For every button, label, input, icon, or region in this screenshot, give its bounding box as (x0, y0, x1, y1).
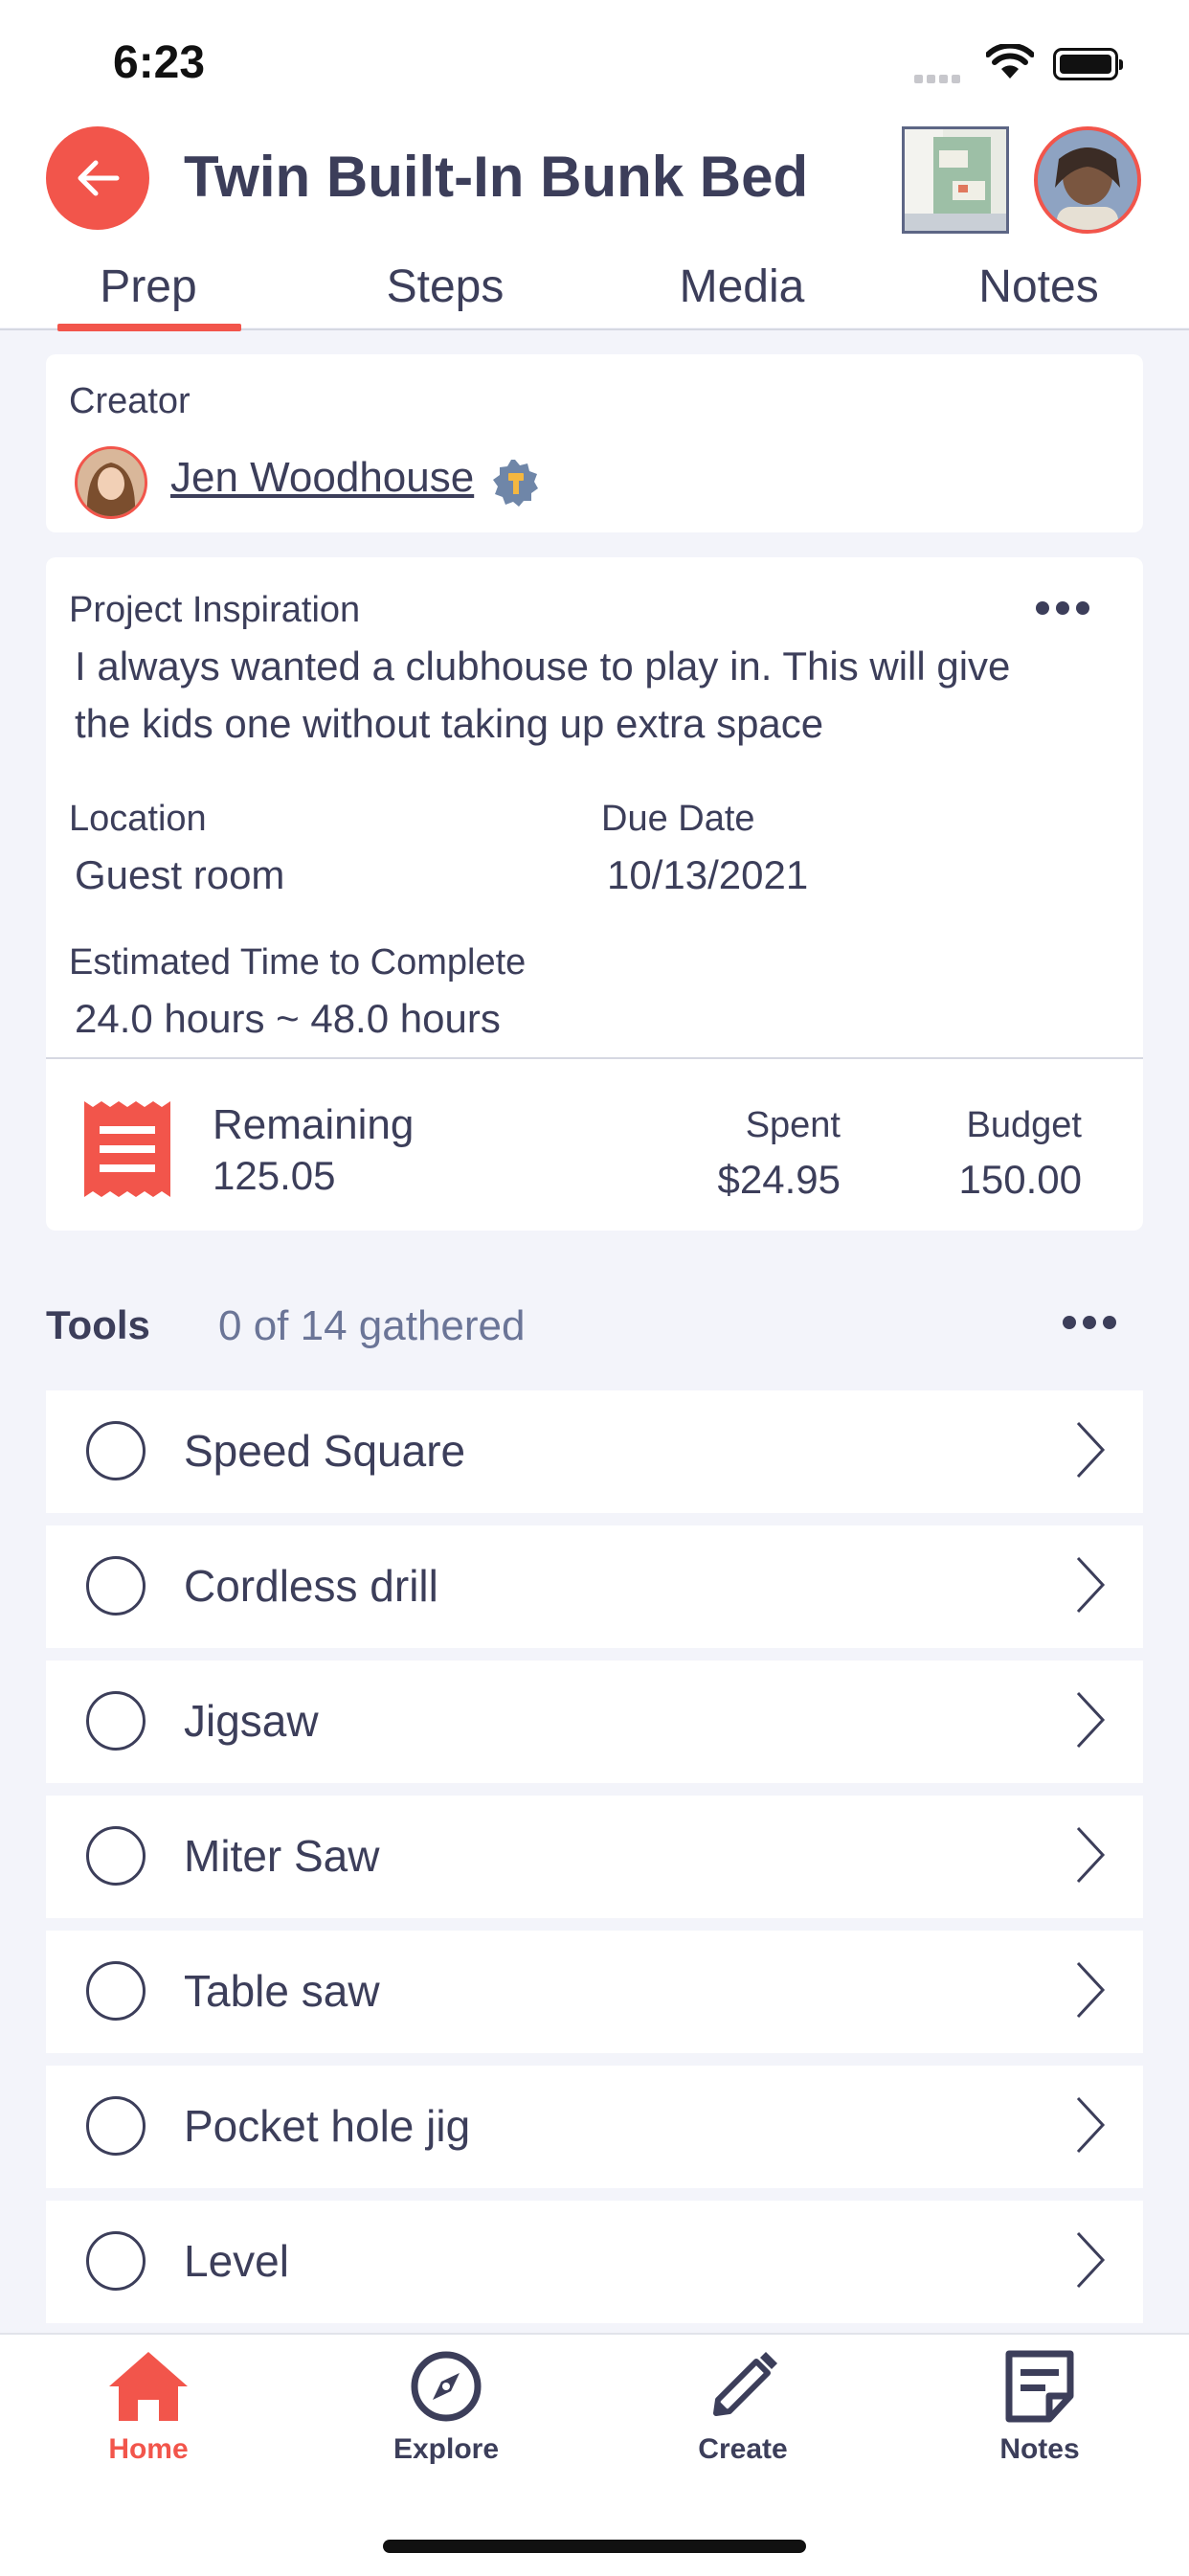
chevron-right-icon (1076, 1961, 1106, 2019)
page-title: Twin Built-In Bunk Bed (184, 145, 809, 209)
nav-label: Home (108, 2433, 189, 2465)
battery-icon (1053, 48, 1123, 80)
tab-steps[interactable]: Steps (297, 260, 594, 313)
checkbox-circle-icon[interactable] (86, 1826, 146, 1886)
tool-row[interactable]: Cordless drill (46, 1525, 1143, 1648)
tools-more-options-icon[interactable] (1063, 1316, 1116, 1329)
tool-row[interactable]: Pocket hole jig (46, 2066, 1143, 2188)
estimated-time-value: 24.0 hours ~ 48.0 hours (75, 996, 501, 1041)
remaining-value: 125.05 (213, 1153, 336, 1198)
compass-icon (411, 2351, 482, 2422)
chevron-right-icon (1076, 1691, 1106, 1749)
inspiration-label: Project Inspiration (69, 590, 361, 630)
creator-avatar[interactable] (75, 446, 147, 519)
tool-name: Pocket hole jig (184, 2101, 471, 2151)
chevron-right-icon (1076, 2231, 1106, 2289)
spent-value: $24.95 (717, 1157, 841, 1202)
inspiration-text-line1: I always wanted a clubhouse to play in. … (75, 644, 1011, 689)
creator-label: Creator (69, 381, 191, 421)
pencil-icon (713, 2352, 777, 2416)
arrow-left-icon (78, 160, 120, 196)
wifi-icon (985, 42, 1035, 85)
user-avatar[interactable] (1034, 126, 1141, 234)
creator-name-link[interactable]: Jen Woodhouse (170, 454, 474, 502)
status-time: 6:23 (113, 37, 206, 88)
checkbox-circle-icon[interactable] (86, 1691, 146, 1751)
tool-row[interactable]: Jigsaw (46, 1661, 1143, 1783)
due-date-label: Due Date (601, 799, 755, 839)
creator-card (46, 354, 1143, 532)
verified-badge-icon (490, 458, 540, 512)
tool-name: Table saw (184, 1966, 380, 2016)
home-indicator[interactable] (383, 2540, 806, 2553)
checkbox-circle-icon[interactable] (86, 1961, 146, 2021)
remaining-label: Remaining (213, 1101, 415, 1148)
estimated-time-label: Estimated Time to Complete (69, 942, 527, 983)
budget-label: Budget (966, 1105, 1082, 1145)
checkbox-circle-icon[interactable] (86, 2096, 146, 2156)
tool-name: Speed Square (184, 1426, 466, 1476)
tab-notes[interactable]: Notes (890, 260, 1187, 313)
tool-name: Miter Saw (184, 1831, 380, 1881)
tool-row[interactable]: Table saw (46, 1931, 1143, 2053)
nav-explore[interactable]: Explore (350, 2348, 542, 2466)
nav-create[interactable]: Create (647, 2348, 839, 2466)
tools-heading: Tools (46, 1302, 150, 1347)
project-thumbnail[interactable] (902, 126, 1009, 234)
nav-label: Create (698, 2433, 788, 2465)
tab-prep[interactable]: Prep (0, 260, 297, 313)
nav-home[interactable]: Home (53, 2348, 244, 2466)
tool-row[interactable]: Level (46, 2201, 1143, 2323)
nav-label: Notes (999, 2433, 1080, 2465)
cellular-signal-icon (914, 71, 964, 88)
back-button[interactable] (46, 126, 149, 230)
notes-icon (1005, 2350, 1074, 2423)
active-tab-indicator (57, 324, 241, 331)
tab-bar: Prep Steps Media Notes (0, 260, 1189, 329)
nav-notes[interactable]: Notes (944, 2348, 1135, 2466)
tool-name: Cordless drill (184, 1561, 438, 1611)
checkbox-circle-icon[interactable] (86, 2231, 146, 2291)
checkbox-circle-icon[interactable] (86, 1556, 146, 1616)
chevron-right-icon (1076, 1556, 1106, 1614)
tools-gathered-count: 0 of 14 gathered (218, 1302, 526, 1349)
checkbox-circle-icon[interactable] (86, 1421, 146, 1480)
tool-name: Jigsaw (184, 1696, 319, 1746)
location-label: Location (69, 799, 207, 839)
tool-name: Level (184, 2236, 289, 2286)
chevron-right-icon (1076, 1421, 1106, 1479)
more-options-icon[interactable] (1036, 601, 1089, 615)
receipt-icon (84, 1101, 170, 1202)
chevron-right-icon (1076, 2096, 1106, 2154)
card-divider (46, 1057, 1143, 1059)
spent-label: Spent (745, 1105, 841, 1145)
tool-row[interactable]: Miter Saw (46, 1796, 1143, 1918)
budget-value: 150.00 (958, 1157, 1082, 1202)
home-icon (109, 2352, 188, 2421)
inspiration-text-line2: the kids one without taking up extra spa… (75, 701, 824, 746)
nav-label: Explore (393, 2433, 500, 2465)
tab-media[interactable]: Media (594, 260, 890, 313)
chevron-right-icon (1076, 1826, 1106, 1884)
due-date-value: 10/13/2021 (607, 852, 809, 897)
tool-row[interactable]: Speed Square (46, 1390, 1143, 1513)
location-value: Guest room (75, 852, 285, 897)
